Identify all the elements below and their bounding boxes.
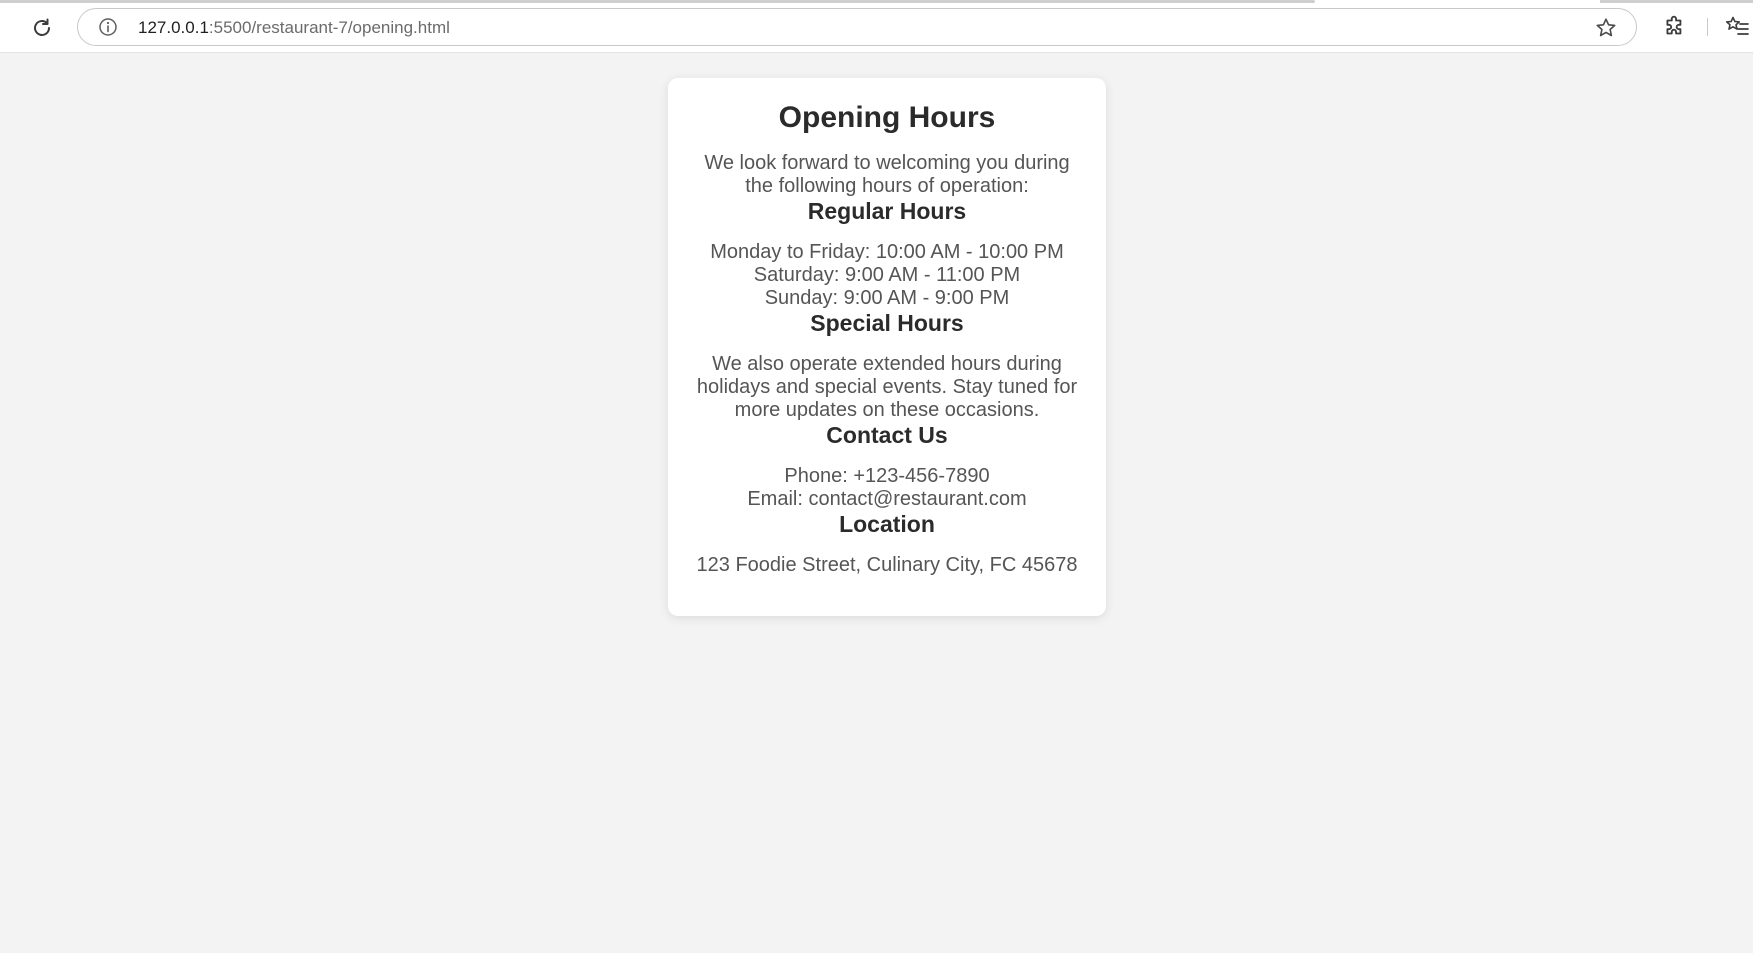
bookmark-star-icon[interactable]: [1594, 16, 1618, 40]
extensions-puzzle-icon[interactable]: [1662, 14, 1688, 40]
favorites-list-icon[interactable]: [1724, 14, 1750, 40]
intro-text: We look forward to welcoming you during …: [704, 152, 1070, 197]
location-address: 123 Foodie Street, Culinary City, FC 456…: [696, 554, 1078, 576]
hours-weekdays: Monday to Friday: 10:00 AM - 10:00 PM: [710, 241, 1064, 263]
special-hours-heading: Special Hours: [810, 310, 964, 336]
reload-icon: [34, 18, 50, 36]
special-hours-text: We also operate extended hours during ho…: [696, 353, 1078, 421]
regular-hours-heading: Regular Hours: [807, 198, 967, 224]
page-title: Opening Hours: [778, 101, 996, 134]
loading-progress-bar-tail: [1600, 0, 1753, 3]
location-heading: Location: [839, 511, 935, 537]
loading-progress-bar: [0, 0, 1315, 3]
hours-saturday: Saturday: 9:00 AM - 11:00 PM: [753, 264, 1021, 286]
contact-heading: Contact Us: [826, 422, 948, 448]
contact-phone: Phone: +123-456-7890: [784, 465, 990, 487]
url-text[interactable]: 127.0.0.1:5500/restaurant-7/opening.html: [138, 18, 450, 38]
address-bar[interactable]: 127.0.0.1:5500/restaurant-7/opening.html: [77, 8, 1637, 46]
browser-toolbar: 127.0.0.1:5500/restaurant-7/opening.html: [0, 0, 1753, 53]
url-host: 127.0.0.1: [138, 18, 209, 37]
url-path: :5500/restaurant-7/opening.html: [208, 18, 450, 37]
toolbar-divider: [1707, 18, 1708, 36]
site-info-icon[interactable]: [98, 17, 118, 37]
hours-sunday: Sunday: 9:00 AM - 9:00 PM: [764, 287, 1010, 309]
contact-email: Email: contact@restaurant.com: [747, 488, 1027, 510]
opening-hours-card: Opening Hours We look forward to welcomi…: [668, 78, 1106, 616]
reload-button[interactable]: [25, 13, 59, 43]
